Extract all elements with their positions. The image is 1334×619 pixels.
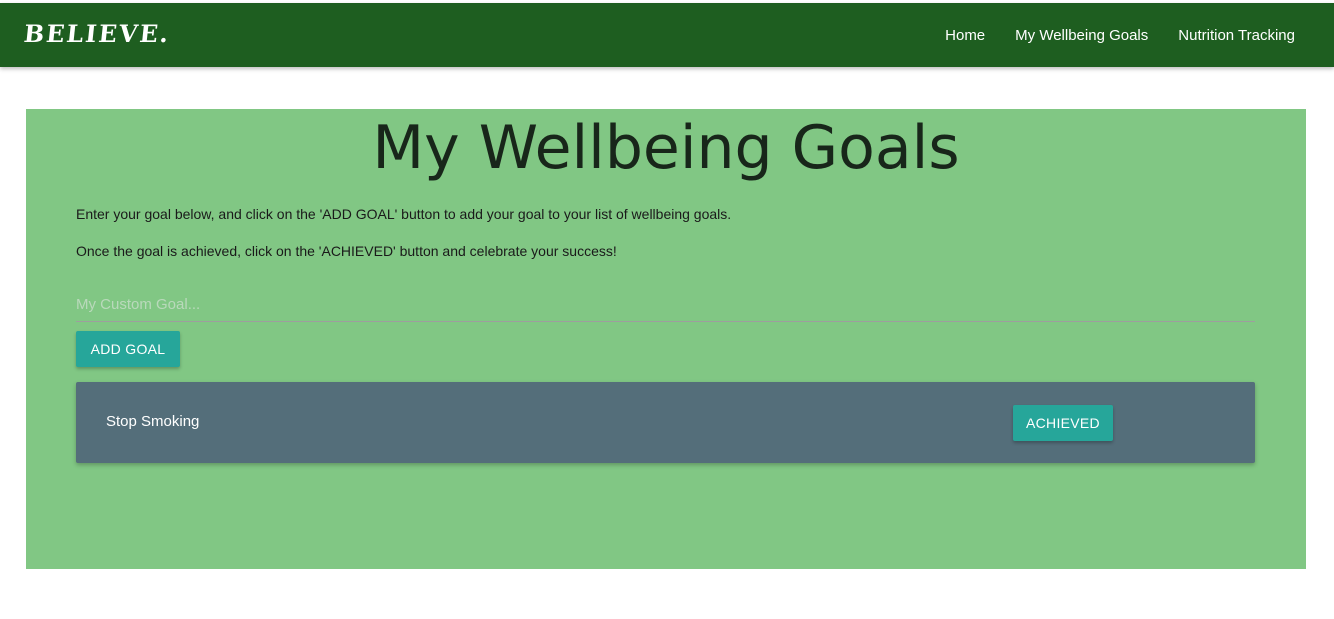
nav-links: Home My Wellbeing Goals Nutrition Tracki…	[930, 3, 1310, 67]
instructions-achieved: Once the goal is achieved, click on the …	[76, 243, 617, 259]
nav-link-home[interactable]: Home	[930, 27, 1000, 44]
brand-logo[interactable]: BELIEVE.	[22, 19, 171, 48]
goals-panel: My Wellbeing Goals Enter your goal below…	[26, 109, 1306, 569]
instructions-add-goal: Enter your goal below, and click on the …	[76, 206, 732, 222]
add-goal-button[interactable]: ADD GOAL	[76, 331, 180, 367]
top-navbar: BELIEVE. Home My Wellbeing Goals Nutriti…	[0, 3, 1334, 67]
goal-text: Stop Smoking	[106, 413, 200, 430]
nav-link-wellbeing-goals[interactable]: My Wellbeing Goals	[1000, 27, 1163, 44]
custom-goal-input[interactable]	[76, 287, 1255, 322]
achieved-button[interactable]: ACHIEVED	[1013, 405, 1113, 441]
goal-list-item: Stop Smoking ACHIEVED	[76, 382, 1255, 463]
page-title: My Wellbeing Goals	[372, 113, 960, 183]
nav-link-nutrition-tracking[interactable]: Nutrition Tracking	[1163, 27, 1310, 44]
